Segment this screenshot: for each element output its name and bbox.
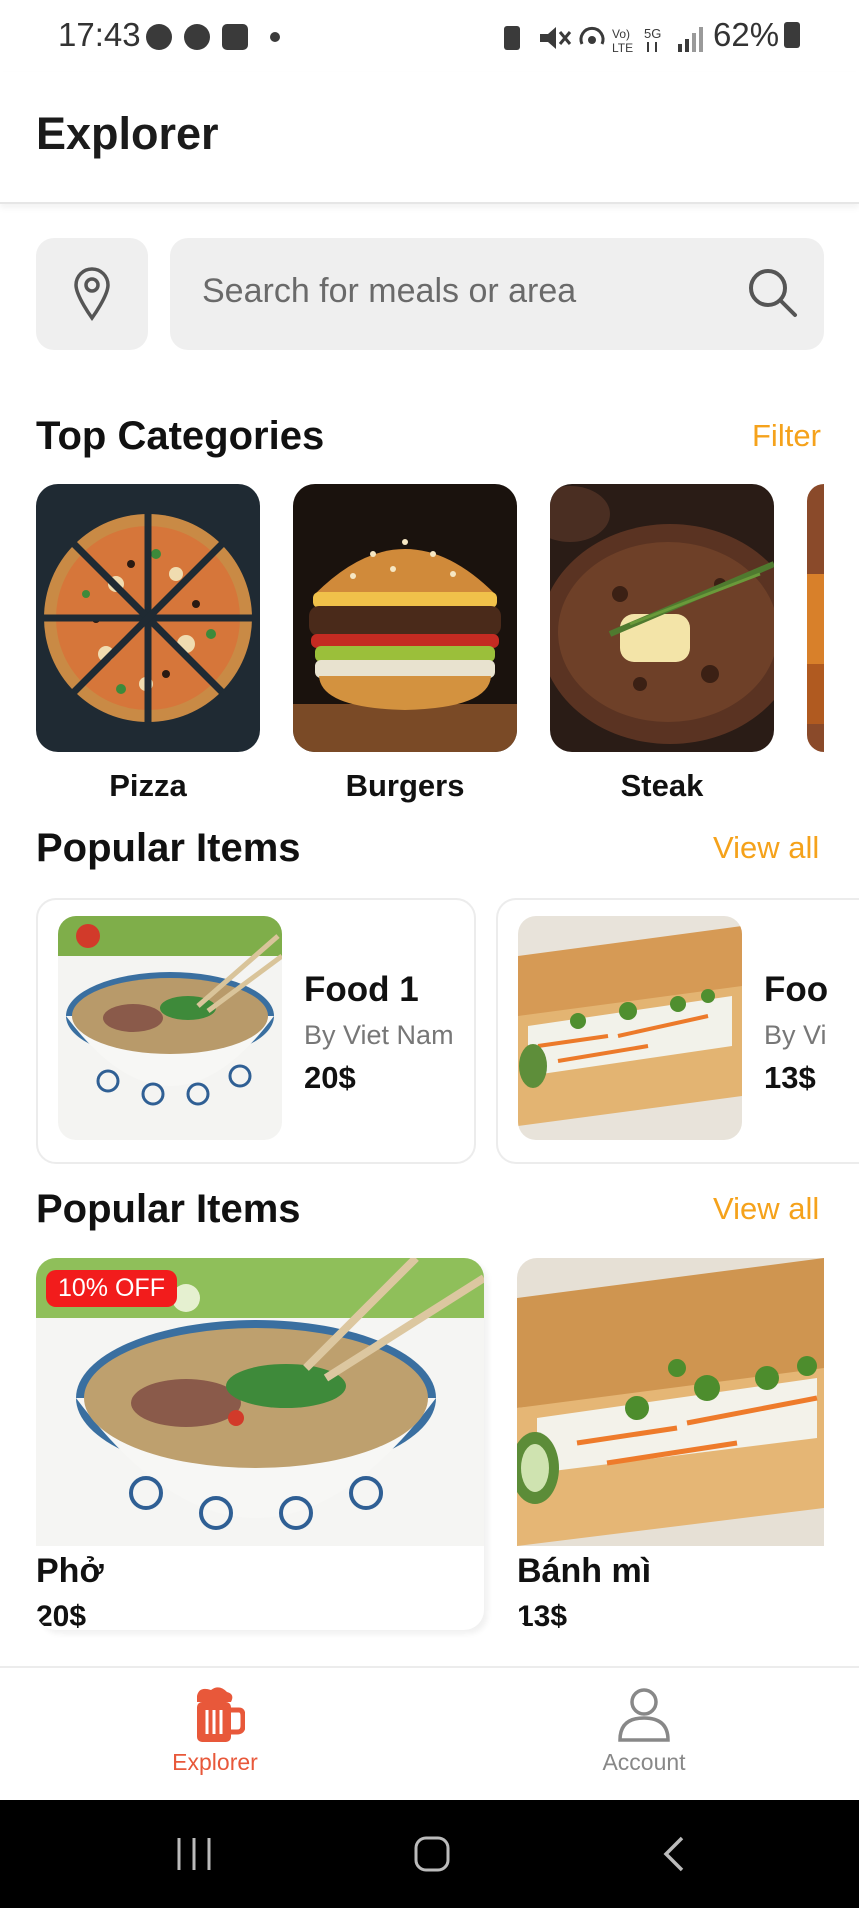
status-bar: 17:43 Vo) LTE 5G 62%	[0, 0, 859, 72]
svg-text:LTE: LTE	[612, 41, 633, 54]
featured-item-card[interactable]: Bánh mì 13$	[517, 1258, 824, 1630]
banh-mi-image	[518, 916, 742, 1140]
steak-image	[550, 484, 774, 752]
item-origin: By Viet Nam	[304, 1020, 454, 1050]
popular-items-title: Popular Items	[36, 826, 301, 870]
filter-link[interactable]: Filter	[752, 418, 821, 454]
image-icon	[222, 24, 248, 50]
map-pin-icon	[74, 267, 110, 321]
beer-mug-icon	[197, 1687, 246, 1742]
messenger-icon	[146, 24, 172, 50]
system-navigation-bar	[0, 1800, 859, 1908]
category-label: Steak	[620, 768, 704, 803]
svg-text:Vo): Vo)	[612, 27, 630, 41]
banh-mi-image	[517, 1258, 824, 1546]
category-label: Burgers	[345, 768, 465, 803]
back-icon[interactable]	[660, 1834, 690, 1874]
category-card-pizza[interactable]: Pizza	[36, 484, 260, 804]
nav-item-explorer[interactable]: Explorer	[115, 1684, 315, 1776]
item-price: 20$	[304, 1060, 356, 1095]
featured-item-card[interactable]: 10% OFF Phở 20$	[36, 1258, 484, 1630]
search-bar[interactable]: Search for meals or area	[170, 238, 824, 350]
messenger-icon	[184, 24, 210, 50]
item-price: 13$	[517, 1600, 568, 1630]
top-categories-title: Top Categories	[36, 414, 325, 458]
discount-badge: 10% OFF	[46, 1270, 177, 1307]
user-icon	[618, 1688, 670, 1742]
recent-apps-icon[interactable]	[175, 1836, 215, 1872]
pizza-image	[36, 484, 260, 752]
popular-item-card[interactable]: Foo By Vi 13$	[496, 898, 859, 1164]
battery-percent: 62%	[713, 16, 780, 53]
item-name: Bánh mì	[517, 1552, 652, 1590]
search-icon[interactable]	[746, 266, 800, 320]
dot-icon	[270, 32, 280, 42]
view-all-link[interactable]: View all	[713, 830, 819, 866]
category-card-burgers[interactable]: Burgers	[293, 484, 517, 804]
location-button[interactable]	[36, 238, 148, 350]
item-price: 13$	[764, 1060, 816, 1095]
nav-label: Explorer	[172, 1749, 258, 1775]
nav-label: Account	[602, 1749, 686, 1775]
item-origin: By Vi	[764, 1020, 827, 1050]
popular-item-card[interactable]: Food 1 By Viet Nam 20$	[36, 898, 476, 1164]
nav-item-account[interactable]: Account	[544, 1684, 744, 1776]
view-all-link[interactable]: View all	[713, 1191, 819, 1227]
popular-items-title: Popular Items	[36, 1187, 301, 1231]
svg-text:5G: 5G	[644, 26, 661, 41]
pho-image	[58, 916, 282, 1140]
item-name: Phở	[36, 1552, 104, 1590]
item-name: Food 1	[304, 970, 419, 1009]
bottom-navigation: Explorer Account	[0, 1666, 859, 1802]
item-price: 20$	[36, 1600, 87, 1630]
app-header: Explorer	[0, 72, 859, 204]
home-icon[interactable]	[412, 1834, 452, 1874]
category-card-steak[interactable]: Steak	[550, 484, 774, 804]
search-input[interactable]: Search for meals or area	[202, 272, 576, 311]
category-card-partial[interactable]	[807, 484, 824, 752]
page-title: Explorer	[36, 108, 219, 159]
item-name: Foo	[764, 970, 829, 1009]
burger-image	[293, 484, 517, 752]
status-time: 17:43	[58, 16, 141, 53]
battery-icon	[784, 22, 800, 48]
category-label: Pizza	[109, 768, 187, 803]
